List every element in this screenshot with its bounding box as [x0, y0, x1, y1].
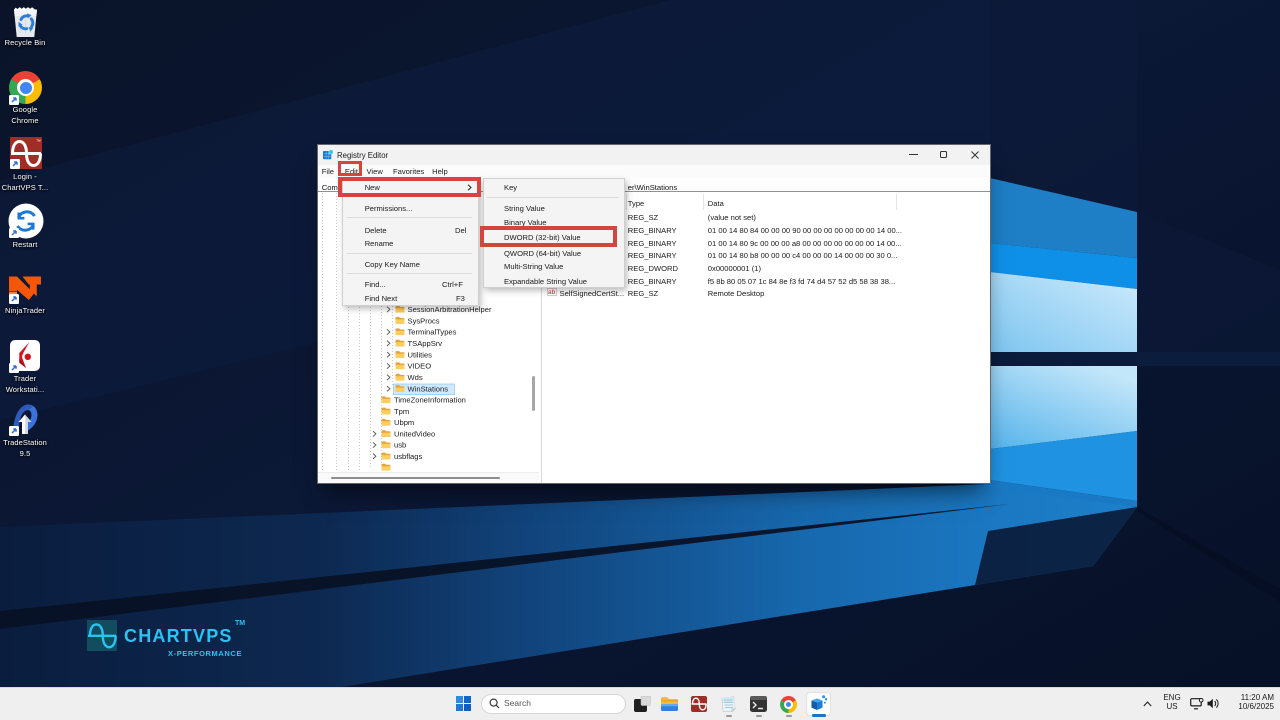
svg-text:SessionArbitrationHelper: SessionArbitrationHelper [408, 305, 492, 314]
svg-text:WinStations: WinStations [408, 384, 449, 393]
svg-text:TSAppSrv: TSAppSrv [408, 339, 443, 348]
svg-text:TerminalTypes: TerminalTypes [408, 328, 457, 337]
svg-text:Ubpm: Ubpm [394, 418, 414, 427]
svg-text:ab: ab [548, 289, 556, 296]
svg-text:Wds: Wds [408, 373, 423, 382]
svg-text:™: ™ [36, 139, 41, 145]
svg-text:Utilities: Utilities [408, 350, 433, 359]
svg-text:usb: usb [394, 441, 406, 450]
svg-text:TimeZoneInformation: TimeZoneInformation [394, 396, 466, 405]
svg-text:SysProcs: SysProcs [408, 316, 440, 325]
svg-text:usbflags: usbflags [394, 452, 422, 461]
svg-text:VIDEO: VIDEO [408, 362, 432, 371]
svg-text:Tpm: Tpm [394, 407, 409, 416]
svg-text:UnitedVideo: UnitedVideo [394, 430, 435, 439]
